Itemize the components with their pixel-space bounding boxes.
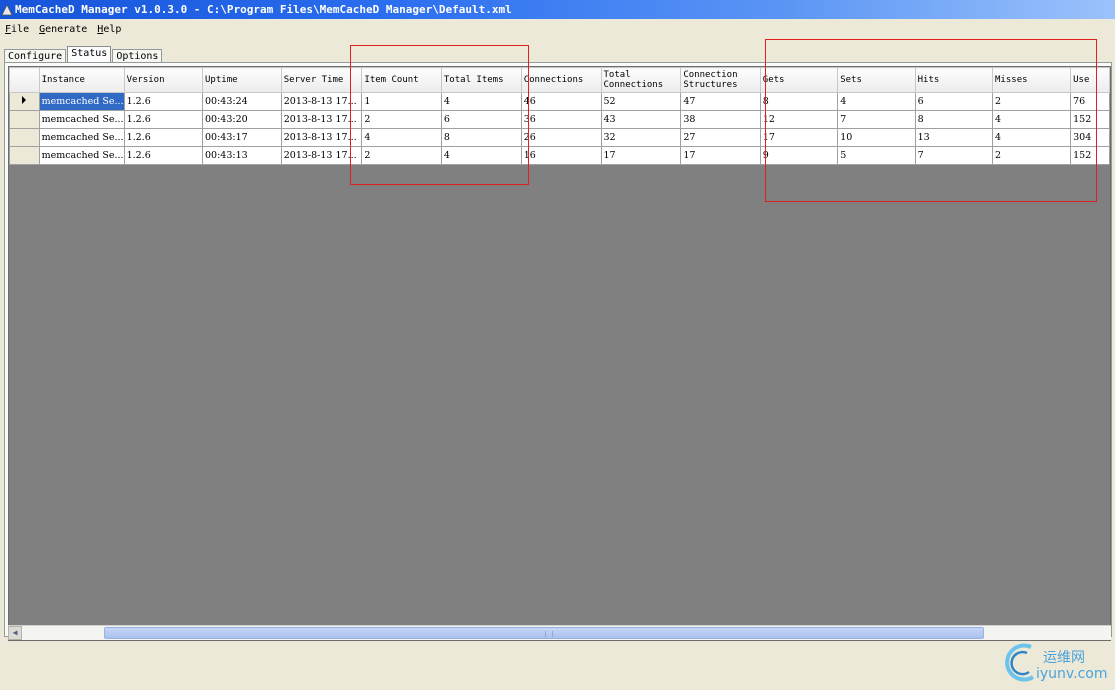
menu-generate[interactable]: Generate xyxy=(34,24,92,35)
table-cell[interactable]: 1.2.6 xyxy=(123,128,204,147)
watermark: 运维网 iyunv.com xyxy=(1003,641,1109,686)
scroll-left-arrow-icon[interactable]: ◀ xyxy=(8,626,22,640)
table-cell[interactable]: 17 xyxy=(600,146,682,165)
table-cell[interactable]: 1.2.6 xyxy=(123,92,204,111)
watermark-cn: 运维网 xyxy=(1043,650,1085,666)
title-bar: MemCacheD Manager v1.0.3.0 - C:\Program … xyxy=(0,0,1115,19)
table-cell[interactable]: 00:43:24 xyxy=(202,92,282,111)
column-header[interactable]: Instance xyxy=(38,67,125,93)
horizontal-scrollbar[interactable]: ◀ xyxy=(8,625,1111,640)
row-header[interactable] xyxy=(9,110,40,129)
table-cell[interactable]: 1.2.6 xyxy=(123,146,204,165)
table-cell[interactable]: memcached Se... xyxy=(38,92,125,111)
table-cell[interactable]: 47 xyxy=(680,92,761,111)
menu-file[interactable]: File xyxy=(0,24,34,35)
table-cell[interactable]: 00:43:20 xyxy=(202,110,282,129)
table-cell[interactable]: 00:43:17 xyxy=(202,128,282,147)
row-header[interactable] xyxy=(9,146,40,165)
column-header[interactable]: Version xyxy=(123,67,204,93)
tab-status[interactable]: Status xyxy=(67,46,112,62)
column-header[interactable]: Uptime xyxy=(202,67,282,93)
row-header[interactable] xyxy=(9,128,40,147)
column-header[interactable]: Connection Structures xyxy=(680,67,761,93)
window-title: MemCacheD Manager v1.0.3.0 - C:\Program … xyxy=(15,3,512,16)
table-cell[interactable]: 43 xyxy=(600,110,682,129)
tab-configure[interactable]: Configure xyxy=(4,49,67,62)
tab-strip: Configure Status Options xyxy=(4,46,163,62)
table-cell[interactable]: 16 xyxy=(520,146,602,165)
table-cell[interactable]: 46 xyxy=(520,92,602,111)
table-cell[interactable]: 00:43:13 xyxy=(202,146,282,165)
column-header[interactable]: Connections xyxy=(520,67,602,93)
app-icon xyxy=(1,3,13,15)
table-cell[interactable]: 38 xyxy=(680,110,761,129)
row-header-corner xyxy=(9,67,40,93)
current-row-arrow-icon xyxy=(22,96,27,104)
table-cell[interactable]: memcached Se... xyxy=(38,128,125,147)
table-cell[interactable]: 17 xyxy=(680,146,761,165)
table-cell[interactable]: 27 xyxy=(680,128,761,147)
table-cell[interactable]: 52 xyxy=(600,92,682,111)
highlight-box-item-counts xyxy=(350,45,529,185)
table-cell[interactable]: memcached Se... xyxy=(38,146,125,165)
scroll-thumb[interactable] xyxy=(104,627,984,639)
tab-options[interactable]: Options xyxy=(112,49,163,62)
table-cell[interactable]: 1.2.6 xyxy=(123,110,204,129)
highlight-box-get-stats xyxy=(765,39,1097,202)
menu-help[interactable]: Help xyxy=(92,24,126,35)
watermark-url: iyunv.com xyxy=(1036,666,1108,682)
column-header[interactable]: Total Connections xyxy=(600,67,682,93)
scroll-grip-icon xyxy=(545,631,553,637)
table-cell[interactable]: 36 xyxy=(520,110,602,129)
menu-bar: File Generate Help xyxy=(0,20,1115,39)
table-cell[interactable]: memcached Se... xyxy=(38,110,125,129)
row-header[interactable] xyxy=(9,92,40,111)
table-cell[interactable]: 26 xyxy=(520,128,602,147)
table-cell[interactable]: 32 xyxy=(600,128,682,147)
